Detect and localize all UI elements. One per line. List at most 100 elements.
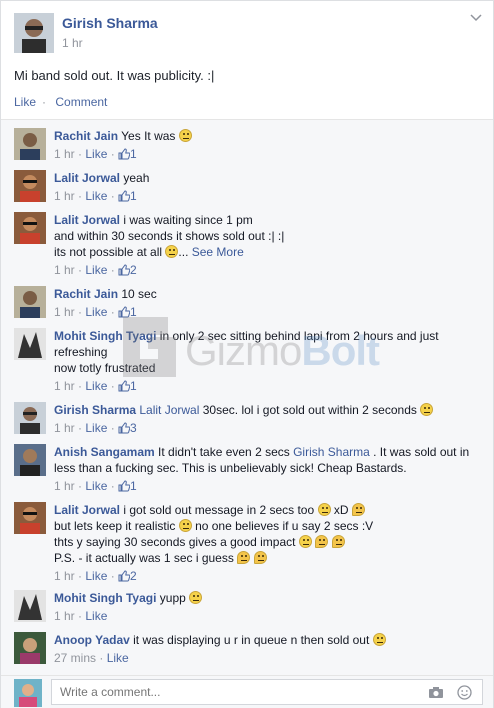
comment-time[interactable]: 1 hr (54, 379, 75, 393)
mention-link[interactable]: Lalit Jorwal (139, 403, 199, 417)
comment-text-line: refreshing (54, 345, 108, 359)
commenter-name[interactable]: Lalit Jorwal (54, 171, 120, 185)
comment-text: it was displaying u r in queue n then so… (133, 633, 370, 647)
neutral-emoji-icon (372, 633, 386, 646)
comment-like-button[interactable]: Like (85, 189, 107, 203)
commenter-avatar[interactable] (14, 402, 46, 434)
commenter-avatar[interactable] (14, 632, 46, 664)
comment-text-line: P.S. - it actually was 1 sec i guess (54, 551, 234, 565)
smile-emoji-icon (178, 519, 192, 532)
commenter-avatar[interactable] (14, 128, 46, 160)
comment-text-line: i was waiting since 1 pm (123, 213, 253, 227)
commenter-name[interactable]: Mohit Singh Tyagi (54, 591, 156, 605)
comment-text: yeah (123, 171, 150, 185)
comment-text-line: in only 2 sec sitting behind lapi from 2… (159, 329, 439, 343)
comment-time[interactable]: 1 hr (54, 305, 75, 319)
thumbs-up-icon (118, 190, 131, 202)
commenter-avatar[interactable] (14, 502, 46, 534)
commenter-name[interactable]: Lalit Jorwal (54, 213, 120, 227)
thumbs-up-icon (118, 306, 131, 318)
comment-text-line: and within 30 seconds it shows sold out … (54, 229, 285, 243)
comment-time[interactable]: 27 mins (54, 651, 96, 665)
pacman-emoji-icon (315, 535, 329, 548)
commenter-name[interactable]: Girish Sharma (54, 403, 136, 417)
comment-time[interactable]: 1 hr (54, 479, 75, 493)
thumbs-up-icon (118, 480, 131, 492)
comment-button[interactable]: Comment (55, 95, 107, 109)
neutral-emoji-icon (178, 129, 192, 142)
neutral-emoji-icon (317, 503, 331, 516)
commenter-avatar[interactable] (14, 590, 46, 622)
commenter-avatar[interactable] (14, 170, 46, 202)
comment-time[interactable]: 1 hr (54, 147, 75, 161)
like-count[interactable]: 1 (118, 379, 137, 393)
comment-time[interactable]: 1 hr (54, 569, 75, 583)
like-count[interactable]: 1 (118, 305, 137, 319)
comment-like-button[interactable]: Like (85, 147, 107, 161)
commenter-name[interactable]: Anish Sangamam (54, 445, 155, 459)
comment-like-button[interactable]: Like (85, 569, 107, 583)
comment-input[interactable] (58, 680, 422, 704)
pacman-emoji-icon (351, 503, 365, 516)
like-count[interactable]: 3 (118, 421, 137, 435)
comment-text: 10 sec (121, 287, 157, 301)
post-time[interactable]: 1 hr (62, 36, 83, 50)
like-count[interactable]: 2 (118, 263, 137, 277)
comment-text-line: but lets keep it realistic (54, 519, 176, 533)
commenter-avatar[interactable] (14, 444, 46, 476)
commenter-name[interactable]: Rachit Jain (54, 129, 118, 143)
comment-time[interactable]: 1 hr (54, 421, 75, 435)
comment-text-line: now totly frustrated (54, 361, 156, 375)
neutral-emoji-icon (165, 245, 179, 258)
comment-input-box[interactable] (51, 679, 483, 705)
commenter-name[interactable]: Anoop Yadav (54, 633, 130, 647)
commenter-name[interactable]: Mohit Singh Tyagi (54, 329, 156, 343)
neutral-emoji-icon (420, 403, 434, 416)
comment-text-line: It didn't take even 2 secs (158, 445, 290, 459)
comment-text-line: less than a fucking sec. This is unbelie… (54, 461, 407, 475)
comment-time[interactable]: 1 hr (54, 263, 75, 277)
like-count[interactable]: 1 (118, 479, 137, 493)
author-avatar[interactable] (14, 13, 54, 53)
commenter-avatar[interactable] (14, 212, 46, 244)
camera-icon[interactable] (428, 686, 444, 702)
thumbs-up-icon (118, 570, 131, 582)
post-actions: Like · Comment (14, 95, 108, 109)
chevron-down-icon[interactable] (469, 11, 483, 25)
pacman-emoji-icon (237, 551, 251, 564)
comment-text-line: i got sold out message in 2 secs too (123, 503, 315, 517)
thumbs-up-icon (118, 264, 131, 276)
emoji-picker-icon[interactable] (457, 685, 472, 703)
composer-avatar (14, 679, 42, 707)
commenter-avatar[interactable] (14, 286, 46, 318)
comment-time[interactable]: 1 hr (54, 609, 75, 623)
commenter-avatar[interactable] (14, 328, 46, 360)
comment-text-line: its not possible at all (54, 245, 163, 259)
like-count[interactable]: 1 (118, 147, 137, 161)
comment-time[interactable]: 1 hr (54, 189, 75, 203)
commenter-name[interactable]: Lalit Jorwal (54, 503, 120, 517)
see-more-link[interactable]: See More (192, 245, 244, 259)
comment-like-button[interactable]: Like (85, 379, 107, 393)
thumbs-up-icon (118, 380, 131, 392)
comment-like-button[interactable]: Like (85, 305, 107, 319)
like-button[interactable]: Like (14, 95, 36, 109)
like-count[interactable]: 1 (118, 189, 137, 203)
comment-composer (1, 675, 493, 708)
pacman-emoji-icon (253, 551, 267, 564)
comment-text-line: thts y saying 30 seconds gives a good im… (54, 535, 296, 549)
comment-like-button[interactable]: Like (107, 651, 129, 665)
post-author[interactable]: Girish Sharma (62, 15, 158, 31)
comment-text-line: . It was sold out in (373, 445, 470, 459)
mention-link[interactable]: Girish Sharma (293, 445, 370, 459)
commenter-name[interactable]: Rachit Jain (54, 287, 118, 301)
comment-like-button[interactable]: Like (85, 421, 107, 435)
comment-text: Yes It was (121, 129, 176, 143)
thumbs-up-icon (118, 422, 131, 434)
thumbs-up-icon (118, 148, 131, 160)
comment-like-button[interactable]: Like (85, 609, 107, 623)
comment-like-button[interactable]: Like (85, 479, 107, 493)
comment-like-button[interactable]: Like (85, 263, 107, 277)
post-text: Mi band sold out. It was publicity. :| (14, 68, 215, 83)
like-count[interactable]: 2 (118, 569, 137, 583)
